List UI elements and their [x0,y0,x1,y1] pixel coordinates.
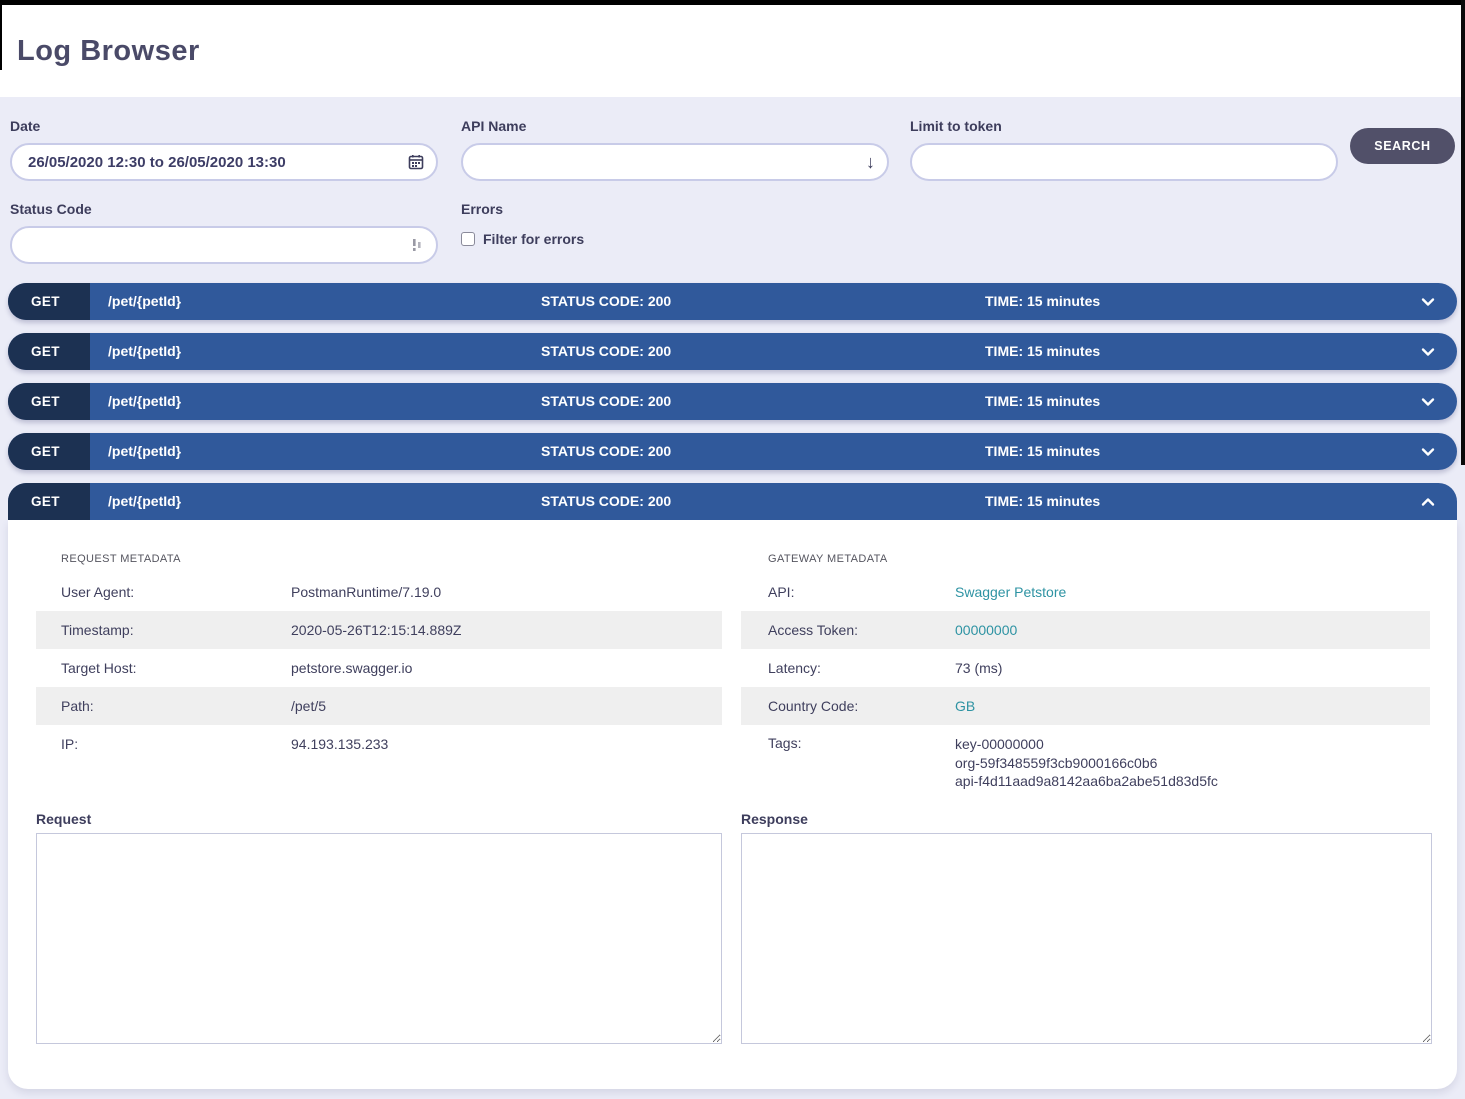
request-label: Request [36,811,722,827]
meta-row-api: API: Swagger Petstore [741,573,1430,611]
meta-row-user-agent: User Agent: PostmanRuntime/7.19.0 [36,573,722,611]
response-label: Response [741,811,1432,827]
window-left-edge [0,0,2,70]
scrollbar-thumb[interactable] [1461,0,1465,465]
meta-row-latency: Latency: 73 (ms) [741,649,1430,687]
log-row[interactable]: GET /pet/{petId} STATUS CODE: 200 TIME: … [8,383,1457,420]
meta-row-tags: Tags: key-00000000 org-59f348559f3cb9000… [741,725,1430,801]
row-time: TIME: 15 minutes [985,283,1100,320]
api-link[interactable]: Swagger Petstore [955,584,1066,600]
method-badge: GET [8,433,90,470]
row-path: /pet/{petId} [108,433,181,470]
response-body-section: Response [741,811,1432,1044]
request-metadata-heading: REQUEST METADATA [36,553,722,565]
date-input[interactable] [10,143,438,181]
page-title: Log Browser [17,35,200,68]
row-path: /pet/{petId} [108,333,181,370]
row-time: TIME: 15 minutes [985,433,1100,470]
chevron-down-icon[interactable] [1420,294,1436,310]
row-time: TIME: 15 minutes [985,483,1100,520]
method-badge: GET [8,383,90,420]
api-name-field: API Name ↓ [461,118,889,181]
gateway-metadata-section: GATEWAY METADATA API: Swagger Petstore A… [741,520,1430,801]
meta-row-country-code: Country Code: GB [741,687,1430,725]
limit-to-token-label: Limit to token [910,118,1338,134]
log-detail-panel: REQUEST METADATA User Agent: PostmanRunt… [8,520,1457,1089]
errors-field: Errors Filter for errors [461,201,584,247]
dropdown-arrow-icon[interactable]: ↓ [866,153,875,171]
row-path: /pet/{petId} [108,283,181,320]
page-header: Log Browser [0,5,1465,97]
api-name-label: API Name [461,118,889,134]
row-time: TIME: 15 minutes [985,333,1100,370]
meta-row-path: Path: /pet/5 [36,687,722,725]
status-code-field: Status Code [10,201,438,264]
chevron-down-icon[interactable] [1420,444,1436,460]
row-status: STATUS CODE: 200 [541,333,671,370]
row-status: STATUS CODE: 200 [541,433,671,470]
row-path: /pet/{petId} [108,483,181,520]
meta-row-target-host: Target Host: petstore.swagger.io [36,649,722,687]
log-row[interactable]: GET /pet/{petId} STATUS CODE: 200 TIME: … [8,283,1457,320]
row-time: TIME: 15 minutes [985,383,1100,420]
row-status: STATUS CODE: 200 [541,383,671,420]
method-badge: GET [8,483,90,520]
row-status: STATUS CODE: 200 [541,483,671,520]
limit-to-token-field: Limit to token [910,118,1338,181]
request-metadata-section: REQUEST METADATA User Agent: PostmanRunt… [36,520,722,763]
method-badge: GET [8,333,90,370]
meta-row-timestamp: Timestamp: 2020-05-26T12:15:14.889Z [36,611,722,649]
gateway-metadata-heading: GATEWAY METADATA [741,553,1430,565]
meta-row-ip: IP: 94.193.135.233 [36,725,722,763]
filter-for-errors-option[interactable]: Filter for errors [461,231,584,247]
filter-bar: Date API Name [0,97,1465,283]
access-token-link[interactable]: 00000000 [955,622,1017,638]
calendar-icon[interactable] [408,154,424,170]
limit-to-token-input[interactable] [910,143,1338,181]
request-textarea[interactable] [36,833,722,1044]
meta-row-access-token: Access Token: 00000000 [741,611,1430,649]
api-name-input[interactable] [461,143,889,181]
date-field: Date [10,118,438,181]
log-row[interactable]: GET /pet/{petId} STATUS CODE: 200 TIME: … [8,333,1457,370]
errors-label: Errors [461,201,584,217]
method-badge: GET [8,283,90,320]
request-body-section: Request [36,811,722,1044]
bars-icon [412,238,424,252]
log-row-expanded[interactable]: GET /pet/{petId} STATUS CODE: 200 TIME: … [8,483,1457,520]
response-textarea[interactable] [741,833,1432,1044]
search-button[interactable]: SEARCH [1350,128,1455,164]
chevron-up-icon[interactable] [1420,494,1436,510]
country-code-link[interactable]: GB [955,698,975,714]
chevron-down-icon[interactable] [1420,394,1436,410]
log-row[interactable]: GET /pet/{petId} STATUS CODE: 200 TIME: … [8,433,1457,470]
date-label: Date [10,118,438,134]
chevron-down-icon[interactable] [1420,344,1436,360]
log-list: GET /pet/{petId} STATUS CODE: 200 TIME: … [0,283,1465,520]
errors-checkbox[interactable] [461,232,475,246]
row-status: STATUS CODE: 200 [541,283,671,320]
status-code-input[interactable] [10,226,438,264]
status-code-label: Status Code [10,201,438,217]
row-path: /pet/{petId} [108,383,181,420]
errors-checkbox-label: Filter for errors [483,231,584,247]
